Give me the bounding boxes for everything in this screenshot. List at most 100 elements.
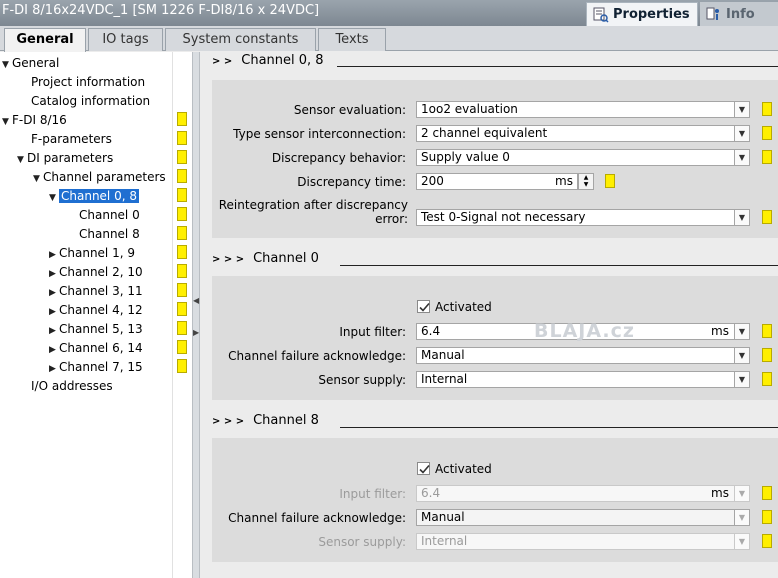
- watermark: BLAJA.cz: [534, 320, 635, 342]
- collapse-icon[interactable]: > >: [212, 52, 232, 72]
- collapse-icon[interactable]: > > >: [212, 250, 244, 270]
- expand-icon[interactable]: ▶: [49, 265, 59, 283]
- type-sensor-interconnection-select[interactable]: 2 channel equivalent ▼: [416, 125, 750, 142]
- expand-icon[interactable]: ▼: [2, 56, 12, 74]
- tree-item-channel-parameters[interactable]: ▼ Channel parameters: [33, 168, 166, 186]
- title-bar: F-DI 8/16x24VDC_1 [SM 1226 F-DI8/16 x 24…: [0, 0, 778, 26]
- status-flag: [762, 510, 772, 524]
- sensor-supply-label: Sensor supply:: [318, 535, 406, 549]
- activated-checkbox-channel-8[interactable]: [417, 462, 430, 475]
- tree-item-catalog-information[interactable]: Catalog information: [31, 92, 150, 110]
- status-flag: [177, 245, 187, 259]
- info-tab-label: Info: [726, 6, 755, 22]
- status-flag: [177, 302, 187, 316]
- type-sensor-interconnection-label: Type sensor interconnection:: [233, 127, 406, 141]
- input-filter-unit: ms: [711, 324, 729, 338]
- status-flag: [762, 150, 772, 164]
- expand-icon[interactable]: ▶: [49, 360, 59, 378]
- section-header-channel-8[interactable]: > > > Channel 8: [212, 411, 319, 431]
- expand-icon[interactable]: ▼: [33, 170, 43, 188]
- status-flag: [177, 283, 187, 297]
- tab-general[interactable]: General: [4, 28, 86, 52]
- chevron-down-icon[interactable]: ▼: [734, 510, 749, 525]
- tree-item-channel-1-9[interactable]: ▶ Channel 1, 9: [49, 244, 135, 262]
- status-flag: [762, 486, 772, 500]
- reintegration-label: Reintegration after discrepancy error:: [218, 198, 408, 226]
- chevron-down-icon[interactable]: ▼: [734, 372, 749, 387]
- tree-item-io-addresses[interactable]: I/O addresses: [31, 377, 113, 395]
- tab-system-constants[interactable]: System constants: [165, 28, 316, 51]
- tree-item-general[interactable]: ▼ General: [2, 54, 59, 72]
- expand-right-icon[interactable]: ▶: [193, 328, 199, 337]
- tree-item-fdi-8-16[interactable]: ▼ F-DI 8/16: [2, 111, 67, 129]
- sensor-evaluation-select[interactable]: 1oo2 evaluation ▼: [416, 101, 750, 118]
- reintegration-select[interactable]: Test 0-Signal not necessary ▼: [416, 209, 750, 226]
- channel-failure-select[interactable]: Manual ▼: [416, 509, 750, 526]
- tree-item-project-information[interactable]: Project information: [31, 73, 145, 91]
- spin-up-icon[interactable]: ▲: [579, 174, 593, 181]
- expand-icon[interactable]: ▼: [2, 113, 12, 131]
- panel-splitter[interactable]: ◀ ▶: [192, 52, 200, 578]
- properties-tab[interactable]: Properties: [586, 2, 698, 26]
- status-flag: [177, 359, 187, 373]
- status-flag: [177, 340, 187, 354]
- status-flag: [177, 207, 187, 221]
- chevron-down-icon[interactable]: ▼: [734, 210, 749, 225]
- expand-icon[interactable]: ▶: [49, 284, 59, 302]
- section-header-channel-0[interactable]: > > > Channel 0: [212, 249, 319, 269]
- tree-item-channel-8[interactable]: Channel 8: [79, 225, 140, 243]
- tree-item-channel-0-8[interactable]: ▼ Channel 0, 8: [49, 187, 140, 207]
- chevron-down-icon: ▼: [734, 486, 749, 501]
- tree-item-channel-2-10[interactable]: ▶ Channel 2, 10: [49, 263, 143, 281]
- discrepancy-behavior-select[interactable]: Supply value 0 ▼: [416, 149, 750, 166]
- status-flag: [177, 169, 187, 183]
- collapse-left-icon[interactable]: ◀: [193, 296, 199, 305]
- chevron-down-icon[interactable]: ▼: [734, 324, 749, 339]
- tree-item-channel-6-14[interactable]: ▶ Channel 6, 14: [49, 339, 143, 357]
- tree-item-channel-5-13[interactable]: ▶ Channel 5, 13: [49, 320, 143, 338]
- properties-icon: [593, 7, 609, 23]
- spin-down-icon[interactable]: ▼: [579, 181, 593, 188]
- status-flag: [177, 150, 187, 164]
- status-flag: [762, 372, 772, 386]
- status-flag: [177, 226, 187, 240]
- chevron-down-icon[interactable]: ▼: [734, 126, 749, 141]
- section-header-channel-0-8[interactable]: > > Channel 0, 8: [212, 51, 324, 71]
- status-flag: [177, 188, 187, 202]
- tree-item-channel-0[interactable]: Channel 0: [79, 206, 140, 224]
- sensor-supply-select[interactable]: Internal ▼: [416, 371, 750, 388]
- status-flag: [762, 348, 772, 362]
- sensor-supply-label: Sensor supply:: [318, 373, 406, 387]
- chevron-down-icon[interactable]: ▼: [734, 150, 749, 165]
- status-flag: [177, 321, 187, 335]
- chevron-down-icon[interactable]: ▼: [734, 102, 749, 117]
- channel-failure-label: Channel failure acknowledge:: [228, 511, 406, 525]
- expand-icon[interactable]: ▼: [49, 189, 59, 207]
- channel-failure-label: Channel failure acknowledge:: [228, 349, 406, 363]
- checkmark-icon: [419, 302, 430, 312]
- expand-icon[interactable]: ▶: [49, 341, 59, 359]
- tree-item-channel-4-12[interactable]: ▶ Channel 4, 12: [49, 301, 143, 319]
- chevron-down-icon[interactable]: ▼: [734, 348, 749, 363]
- expand-icon[interactable]: ▶: [49, 246, 59, 264]
- tree-item-channel-7-15[interactable]: ▶ Channel 7, 15: [49, 358, 143, 376]
- tab-texts[interactable]: Texts: [318, 28, 386, 51]
- tree-item-f-parameters[interactable]: F-parameters: [31, 130, 112, 148]
- expand-icon[interactable]: ▶: [49, 303, 59, 321]
- section-divider: [337, 66, 778, 67]
- info-tab[interactable]: Info: [700, 2, 778, 26]
- input-filter-select: 6.4 ms ▼: [416, 485, 750, 502]
- discrepancy-time-input[interactable]: 200 ms: [416, 173, 578, 190]
- tab-io-tags[interactable]: IO tags: [88, 28, 163, 51]
- expand-icon[interactable]: ▶: [49, 322, 59, 340]
- activated-checkbox-channel-0[interactable]: [417, 300, 430, 313]
- chevron-down-icon: ▼: [734, 534, 749, 549]
- tree-item-di-parameters[interactable]: ▼ DI parameters: [17, 149, 113, 167]
- collapse-icon[interactable]: > > >: [212, 412, 244, 432]
- input-filter-unit: ms: [711, 486, 729, 500]
- channel-failure-select[interactable]: Manual ▼: [416, 347, 750, 364]
- tree-item-channel-3-11[interactable]: ▶ Channel 3, 11: [49, 282, 143, 300]
- properties-tab-label: Properties: [613, 7, 690, 22]
- discrepancy-time-stepper[interactable]: ▲ ▼: [578, 173, 594, 190]
- expand-icon[interactable]: ▼: [17, 151, 27, 169]
